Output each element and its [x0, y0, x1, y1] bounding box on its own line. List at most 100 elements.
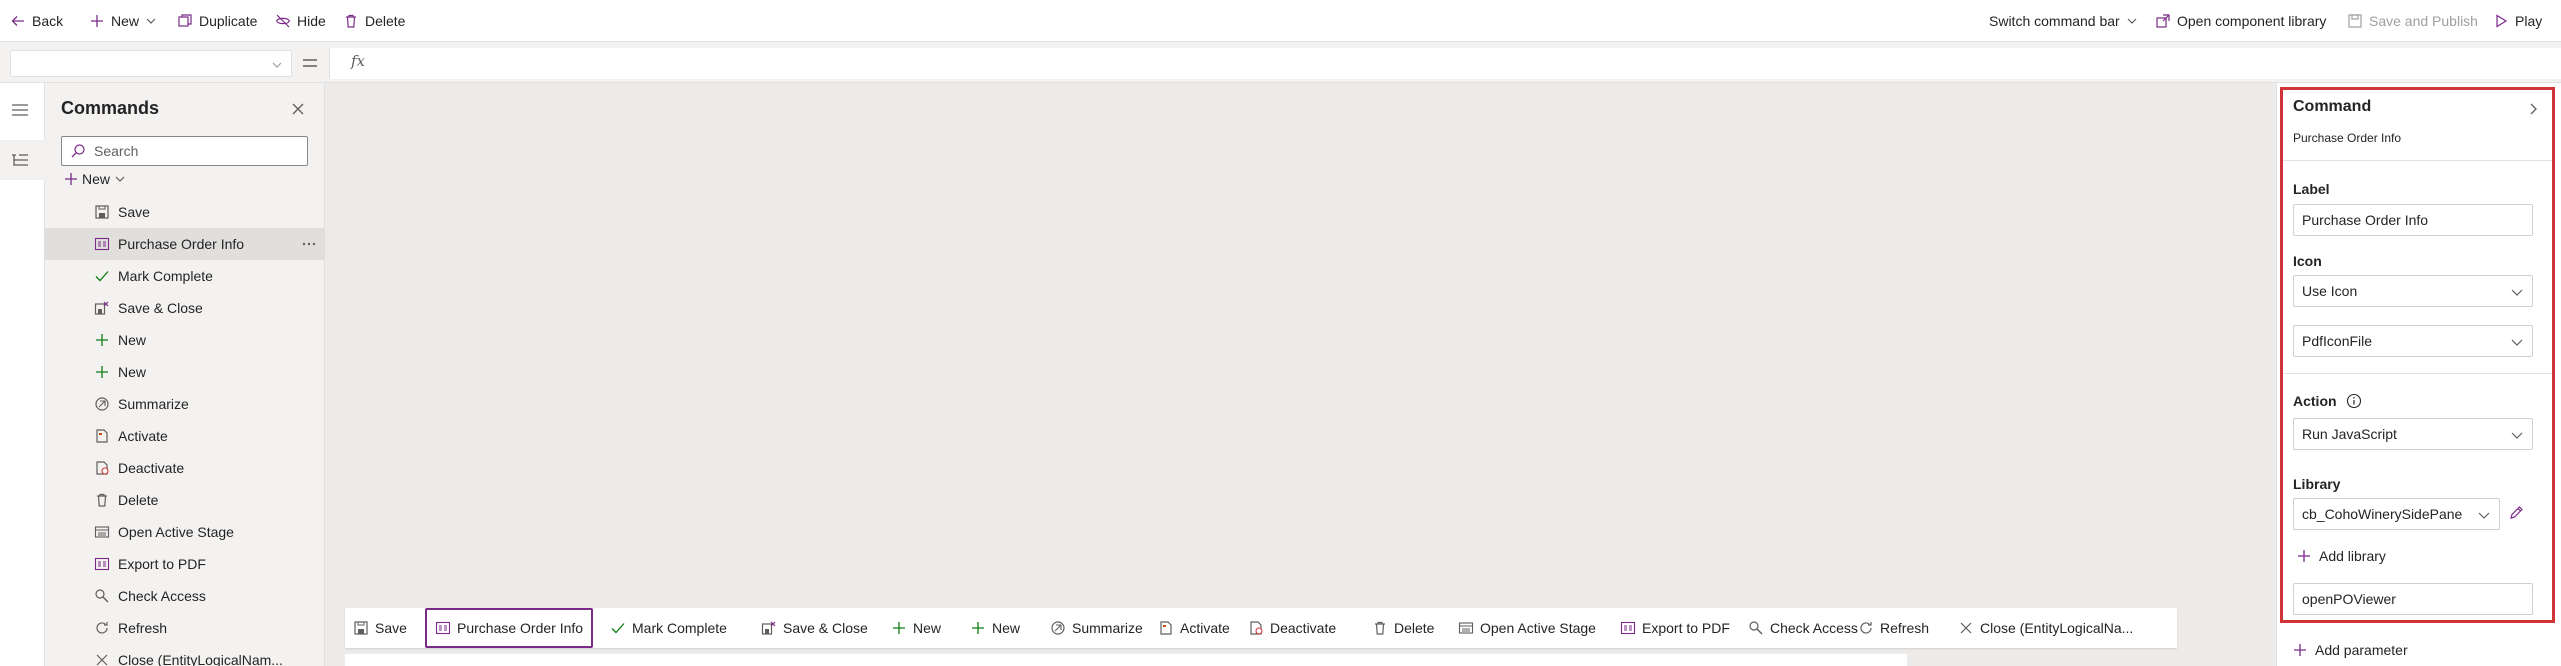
add-icon: [972, 622, 984, 634]
command-list-item[interactable]: Close (EntityLogicalNam...: [45, 644, 325, 666]
deactivate-icon: [1250, 621, 1263, 635]
action-dropdown[interactable]: Run JavaScript: [2293, 418, 2533, 450]
preview-command-button[interactable]: Activate: [1150, 608, 1238, 648]
preview-command-label: New: [913, 620, 942, 636]
property-dropdown[interactable]: [10, 50, 292, 77]
command-list-item-label: Activate: [118, 428, 168, 444]
add-icon: [91, 15, 103, 27]
add-parameter-button[interactable]: Add parameter: [2293, 642, 2408, 658]
commands-search-input[interactable]: Search: [61, 136, 308, 166]
preview-command-button[interactable]: Mark Complete: [602, 608, 735, 648]
properties-pane: [2276, 83, 2561, 666]
close-icon[interactable]: [290, 101, 306, 117]
command-list-item[interactable]: Save & Close: [45, 292, 325, 324]
action-value: Run JavaScript: [2302, 426, 2397, 442]
preview-command-button[interactable]: Check Access: [1740, 608, 1866, 648]
command-list-item[interactable]: Open Active Stage: [45, 516, 325, 548]
info-icon[interactable]: [2346, 393, 2362, 409]
command-list-item-label: Delete: [118, 492, 159, 508]
command-list-item[interactable]: New: [45, 356, 325, 388]
hamburger-menu-icon[interactable]: [11, 102, 29, 118]
open-component-library-button[interactable]: Open component library: [2155, 0, 2326, 42]
add-icon: [2294, 644, 2306, 656]
stage-icon: [1458, 622, 1474, 634]
chevron-down-icon: [2511, 289, 2523, 296]
chevron-down-icon: [146, 18, 156, 24]
library-heading: Library: [2293, 476, 2341, 492]
command-list-item[interactable]: Delete: [45, 484, 325, 516]
commands-new-button[interactable]: New: [64, 170, 126, 188]
preview-command-button[interactable]: Summarize: [1042, 608, 1151, 648]
formula-input[interactable]: [329, 48, 2561, 79]
close-icon: [1960, 622, 1972, 634]
command-list-item[interactable]: Check Access: [45, 580, 325, 612]
command-list-item[interactable]: Save: [45, 196, 325, 228]
preview-command-button[interactable]: Deactivate: [1240, 608, 1344, 648]
switch-command-bar-button[interactable]: Switch command bar: [1989, 0, 2138, 42]
label-input[interactable]: Purchase Order Info: [2293, 204, 2533, 236]
command-list-item-label: Export to PDF: [118, 556, 206, 572]
function-name-input[interactable]: openPOViewer: [2293, 583, 2533, 615]
preview-command-button[interactable]: New: [962, 608, 1028, 648]
stage-icon: [94, 526, 110, 538]
preview-command-button[interactable]: Open Active Stage: [1450, 608, 1604, 648]
play-icon: [2496, 14, 2508, 28]
command-list-item[interactable]: Purchase Order Info: [45, 228, 325, 260]
preview-command-button[interactable]: Delete: [1364, 608, 1442, 648]
command-list-item[interactable]: New: [45, 324, 325, 356]
action-heading: Action: [2293, 393, 2337, 409]
more-options-icon[interactable]: [301, 236, 317, 252]
divider: [2281, 373, 2553, 374]
play-label: Play: [2515, 13, 2543, 29]
preview-command-label: New: [992, 620, 1021, 636]
back-button[interactable]: Back: [10, 0, 63, 42]
hide-button[interactable]: Hide: [275, 0, 326, 42]
icon-heading: Icon: [2293, 253, 2322, 269]
summarize-icon: [95, 397, 109, 411]
checkmark-icon: [95, 271, 109, 282]
save-icon: [2348, 14, 2362, 28]
icon-mode-dropdown[interactable]: Use Icon: [2293, 275, 2533, 307]
preview-command-button[interactable]: Save: [345, 608, 415, 648]
duplicate-button[interactable]: Duplicate: [177, 0, 257, 42]
new-button[interactable]: New: [89, 0, 157, 42]
equals-icon[interactable]: [300, 53, 320, 73]
chevron-right-icon[interactable]: [2526, 102, 2540, 116]
command-list-item[interactable]: Export to PDF: [45, 548, 325, 580]
switch-command-bar-label: Switch command bar: [1989, 13, 2120, 29]
preview-command-label: Refresh: [1880, 620, 1930, 636]
back-label: Back: [32, 13, 64, 29]
library-value: cb_CohoWinerySidePane: [2302, 506, 2463, 522]
command-list-item-label: Refresh: [118, 620, 168, 636]
command-list-item[interactable]: Deactivate: [45, 452, 325, 484]
preview-command-button[interactable]: Refresh: [1850, 608, 1937, 648]
icon-value: PdfIconFile: [2302, 333, 2373, 349]
commands-panel-title: Commands: [61, 98, 160, 118]
checkmark-icon: [611, 623, 625, 634]
open-component-library-label: Open component library: [2177, 13, 2327, 29]
save-and-publish-button[interactable]: Save and Publish: [2347, 0, 2478, 42]
preview-command-button[interactable]: Export to PDF: [1612, 608, 1738, 648]
delete-label: Delete: [365, 13, 406, 29]
preview-command-button[interactable]: New: [883, 608, 949, 648]
save-close-icon: [761, 621, 776, 635]
preview-command-button[interactable]: Close (EntityLogicalNa...: [1950, 608, 2141, 648]
command-list-item-label: New: [118, 364, 147, 380]
add-icon: [2298, 550, 2310, 562]
command-list-item[interactable]: Mark Complete: [45, 260, 325, 292]
library-dropdown[interactable]: cb_CohoWinerySidePane: [2293, 498, 2500, 530]
rail-item-tree-view[interactable]: [0, 140, 45, 180]
play-button[interactable]: Play: [2493, 0, 2542, 42]
command-list-item[interactable]: Summarize: [45, 388, 325, 420]
top-command-bar: Back New Duplicate Hide Delete Switch co…: [0, 0, 2561, 42]
preview-command-label: Deactivate: [1270, 620, 1337, 636]
add-library-button[interactable]: Add library: [2297, 548, 2386, 564]
preview-command-button[interactable]: Save & Close: [753, 608, 876, 648]
preview-command-label: Export to PDF: [1642, 620, 1730, 636]
delete-button[interactable]: Delete: [343, 0, 405, 42]
command-list-item[interactable]: Activate: [45, 420, 325, 452]
preview-command-button[interactable]: Purchase Order Info: [425, 608, 594, 648]
command-list-item[interactable]: Refresh: [45, 612, 325, 644]
icon-value-dropdown[interactable]: PdfIconFile: [2293, 325, 2533, 357]
edit-pencil-icon[interactable]: [2508, 505, 2524, 521]
